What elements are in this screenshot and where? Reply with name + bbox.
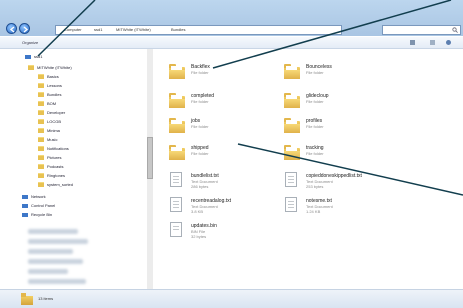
- blurred-item: [28, 239, 88, 244]
- folder-icon: [38, 119, 44, 125]
- text-document-icon: [170, 172, 182, 187]
- file-item-copieddoneskippedlist[interactable]: copieddoneskippedlist.txt Text Document …: [269, 166, 379, 192]
- view-options-icon[interactable]: [410, 40, 415, 45]
- status-bar: 13 items: [0, 289, 463, 308]
- blurred-item: [28, 229, 78, 234]
- search-icon: [452, 27, 458, 33]
- folder-icon: [28, 65, 34, 71]
- folder-icon: [38, 182, 44, 188]
- file-item-shipped[interactable]: shipped File folder: [154, 138, 264, 164]
- file-item-jobs[interactable]: jobs File folder: [154, 111, 264, 137]
- nav-item-podcasts[interactable]: Podcasts: [38, 164, 63, 171]
- folder-icon: [284, 93, 300, 108]
- breadcrumb-ssd1[interactable]: ssd1: [94, 27, 102, 32]
- folder-icon: [38, 74, 44, 80]
- text-document-icon: [170, 197, 182, 212]
- nav-item-developer[interactable]: Developer: [38, 110, 65, 117]
- file-item-profiles[interactable]: profiles File folder: [269, 111, 379, 137]
- organize-button[interactable]: Organize: [22, 40, 38, 45]
- breadcrumb-bundles[interactable]: Bundles: [171, 27, 185, 32]
- nav-item-locgb[interactable]: LOCGB: [38, 119, 61, 126]
- back-button[interactable]: [6, 23, 17, 34]
- blurred-item: [28, 269, 68, 274]
- command-toolbar: Organize: [0, 37, 463, 49]
- folder-icon: [21, 293, 33, 305]
- network-icon: [22, 194, 28, 199]
- folder-icon: [169, 145, 185, 160]
- drive-icon: [25, 54, 31, 59]
- blurred-item: [28, 249, 73, 254]
- file-item-notesme[interactable]: notesme.txt Text Document 1.24 KB: [269, 191, 379, 217]
- file-list: Backflex File folder Bounceless File fol…: [154, 49, 463, 289]
- nav-item-lessons[interactable]: Lessons: [38, 83, 62, 90]
- navigation-pane: ssd1 MITWhite (ITWhite) Basics Lessons B…: [0, 49, 148, 289]
- file-item-backflex[interactable]: Backflex File folder: [154, 57, 264, 83]
- title-bar: Computer ssd1 MITWhite (ITWhite) Bundles: [0, 0, 463, 36]
- folder-icon: [38, 137, 44, 143]
- nav-item-network[interactable]: Network: [22, 194, 46, 201]
- folder-icon: [169, 93, 185, 108]
- nav-item-mitwhite[interactable]: MITWhite (ITWhite): [28, 65, 72, 72]
- arrow-right-icon: [23, 26, 29, 33]
- folder-icon: [284, 118, 300, 133]
- nav-item-basics[interactable]: Basics: [38, 74, 59, 81]
- file-item-recentreadalog[interactable]: recentreadalog.txt Text Document 3.8 KB: [154, 191, 264, 217]
- nav-item-system-sorted[interactable]: system_sorted: [38, 182, 73, 189]
- folder-icon: [169, 64, 185, 79]
- file-item-completed[interactable]: completed File folder: [154, 86, 264, 112]
- nav-item-recycle-bin[interactable]: Recycle Bin: [22, 212, 52, 219]
- folder-icon: [38, 128, 44, 134]
- nav-item-ringtones[interactable]: Ringtones: [38, 173, 65, 180]
- recycle-bin-icon: [22, 212, 28, 217]
- file-item-updates[interactable]: updates.bin BIN File 32 bytes: [154, 216, 264, 242]
- folder-icon: [38, 83, 44, 89]
- blurred-item: [28, 279, 86, 284]
- folder-icon: [284, 64, 300, 79]
- navigation-scrollbar[interactable]: [147, 49, 153, 289]
- breadcrumb-computer[interactable]: Computer: [64, 27, 82, 32]
- folder-icon: [38, 164, 44, 170]
- file-item-glidecloup[interactable]: glidecloup File folder: [269, 86, 379, 112]
- folder-icon: [284, 145, 300, 160]
- folder-icon: [38, 92, 44, 98]
- nav-item-control-panel[interactable]: Control Panel: [22, 203, 55, 210]
- nav-item-bom[interactable]: BOM: [38, 101, 56, 108]
- blurred-item: [28, 259, 83, 264]
- search-input[interactable]: [382, 25, 461, 35]
- preview-pane-icon[interactable]: [430, 40, 435, 45]
- file-item-bounceless[interactable]: Bounceless File folder: [269, 57, 379, 83]
- breadcrumb-mitwhite[interactable]: MITWhite (ITWhite): [116, 27, 151, 32]
- folder-icon: [38, 110, 44, 116]
- nav-item-bundles[interactable]: Bundles: [38, 92, 61, 99]
- nav-item-notifications[interactable]: Notifications: [38, 146, 69, 153]
- item-count: 13 items: [38, 296, 54, 301]
- file-item-tracking[interactable]: tracking File folder: [269, 138, 379, 164]
- folder-icon: [38, 146, 44, 152]
- bin-file-icon: [170, 222, 182, 237]
- folder-icon: [38, 173, 44, 179]
- scrollbar-thumb[interactable]: [147, 137, 153, 179]
- address-bar[interactable]: Computer ssd1 MITWhite (ITWhite) Bundles: [55, 25, 342, 35]
- folder-icon: [38, 155, 44, 161]
- nav-item-pictures[interactable]: Pictures: [38, 155, 61, 162]
- forward-button[interactable]: [19, 23, 30, 34]
- nav-item-drive[interactable]: ssd1: [25, 54, 42, 61]
- folder-icon: [38, 101, 44, 107]
- nav-item-minima[interactable]: Minima: [38, 128, 60, 135]
- text-document-icon: [285, 197, 297, 212]
- help-icon[interactable]: [446, 40, 451, 45]
- control-panel-icon: [22, 203, 28, 208]
- file-item-bundlelist[interactable]: bundlelist.txt Text Document 286 bytes: [154, 166, 264, 192]
- arrow-left-icon: [9, 26, 15, 33]
- text-document-icon: [285, 172, 297, 187]
- folder-icon: [169, 118, 185, 133]
- nav-item-music[interactable]: Music: [38, 137, 57, 144]
